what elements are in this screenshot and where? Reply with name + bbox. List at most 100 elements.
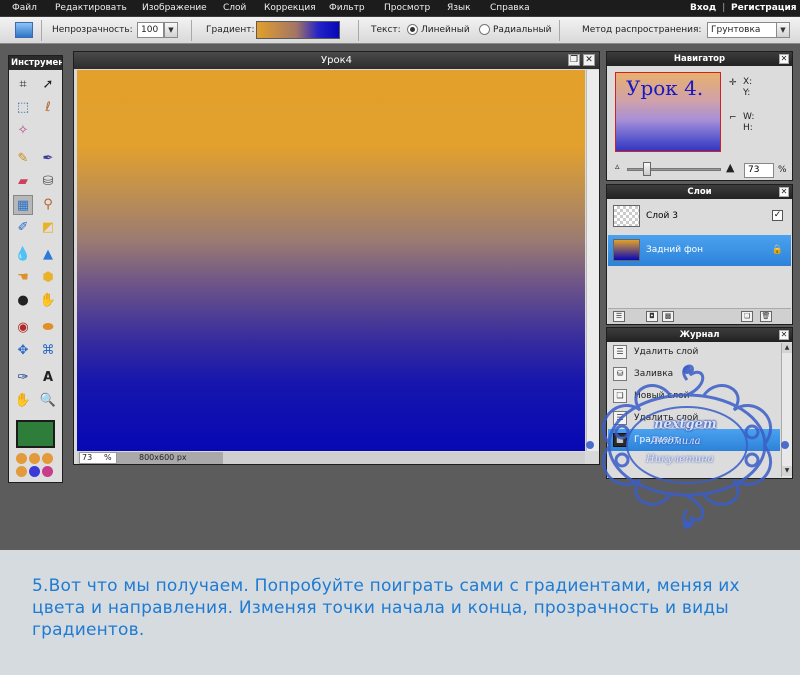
layer-name: Слой 3 [646, 211, 678, 221]
layer-settings-icon[interactable]: ☰ [613, 311, 625, 322]
eraser-icon[interactable]: ▰ [13, 172, 33, 192]
navigator-thumbnail[interactable]: Урок 4. [615, 72, 721, 152]
gradient-icon[interactable]: ▦ [13, 195, 33, 215]
swatch-orange-icon[interactable] [16, 466, 27, 477]
radio-radial[interactable] [479, 24, 490, 35]
blur-icon[interactable]: 💧 [13, 245, 33, 265]
lasso-icon[interactable]: ℓ [38, 98, 58, 118]
color-picker-icon[interactable]: ✑ [13, 368, 33, 388]
hand-icon[interactable]: ✋ [13, 391, 33, 411]
radio-radial-label: Радиальный [493, 25, 552, 35]
swatch-pink-icon[interactable] [42, 466, 53, 477]
menu-filter[interactable]: Фильтр [329, 0, 365, 17]
scroll-down-icon[interactable]: ▼ [782, 466, 792, 476]
swatch-orange-icon[interactable] [29, 453, 40, 464]
zoom-out-icon[interactable]: ▵ [615, 162, 620, 172]
tools-title: Инструменты [9, 56, 62, 70]
canvas[interactable] [77, 70, 585, 451]
bloat-icon[interactable]: ✥ [13, 341, 33, 361]
stamp-icon[interactable]: ⚲ [38, 195, 58, 215]
pencil-icon[interactable]: ✎ [13, 149, 33, 169]
menu-adjustments[interactable]: Коррекция [264, 0, 316, 17]
dodge-icon[interactable]: ● [13, 291, 33, 311]
size-icon: ⌐ [729, 113, 737, 123]
layer-mask-icon[interactable]: ◘ [646, 311, 658, 322]
menu-help[interactable]: Справка [490, 0, 530, 17]
navigator-panel: Навигатор ✕ Урок 4. ✛ X: Y: ⌐ W: H: ▵ ▲ … [606, 51, 793, 181]
register-link[interactable]: Регистрация [731, 0, 797, 17]
spot-heal-icon[interactable]: ⬬ [38, 318, 58, 338]
crop-icon[interactable]: ⌗ [13, 75, 33, 95]
scroll-up-icon[interactable]: ▲ [782, 343, 792, 353]
sponge-icon[interactable]: ⬢ [38, 268, 58, 288]
nav-x-label: X: [743, 77, 753, 87]
zoom-icon[interactable]: 🔍 [38, 391, 58, 411]
replace-color-icon[interactable]: ✐ [13, 218, 33, 238]
move-icon[interactable]: ➚ [38, 75, 58, 95]
delete-layer-icon: ☰ [613, 411, 627, 425]
pinch-icon[interactable]: ⌘ [38, 341, 58, 361]
brush-icon[interactable]: ✒ [38, 149, 58, 169]
active-tool-preview-icon [15, 22, 33, 38]
text-icon[interactable]: A [38, 368, 58, 388]
zoom-slider-thumb[interactable] [643, 162, 651, 176]
document-title: Урок4 [74, 52, 599, 69]
history-item[interactable]: ☰ Удалить слой [608, 341, 780, 363]
history-panel: Журнал ✕ ☰ Удалить слой ⛁ Заливка ❏ Новы… [606, 327, 793, 479]
swatch-blue-icon[interactable] [29, 466, 40, 477]
color-swatch[interactable] [16, 420, 55, 448]
separator [191, 20, 192, 41]
layer-row[interactable]: Слой 3 ✓ [608, 201, 791, 232]
drawing-icon[interactable]: ◩ [38, 218, 58, 238]
opacity-dropdown-icon[interactable]: ▼ [164, 22, 178, 38]
spread-select[interactable]: Грунтовка [707, 22, 777, 38]
history-item[interactable]: ❏ Новый слой [608, 385, 780, 407]
history-item[interactable]: ▦ Градиент [608, 429, 780, 451]
swatch-orange-icon[interactable] [16, 453, 27, 464]
redeye-icon[interactable]: ◉ [13, 318, 33, 338]
menu-image[interactable]: Изображение [142, 0, 207, 17]
zoom-slider-track[interactable] [627, 168, 721, 171]
history-scrollbar[interactable]: ▲ ▼ [781, 343, 792, 477]
close-icon[interactable]: ✕ [779, 187, 789, 197]
marquee-icon[interactable]: ⬚ [13, 98, 33, 118]
separator [358, 20, 359, 41]
sharpen-icon[interactable]: ▲ [38, 245, 58, 265]
radio-linear[interactable] [407, 24, 418, 35]
gradient-swatch[interactable] [256, 21, 340, 39]
layer-style-icon[interactable]: ▩ [662, 311, 674, 322]
layer-thumbnail [613, 205, 640, 227]
opacity-label: Непрозрачность: [52, 25, 133, 35]
menu-file[interactable]: Файл [12, 0, 37, 17]
spread-dropdown-icon[interactable]: ▼ [776, 22, 790, 38]
smudge-icon[interactable]: ☚ [13, 268, 33, 288]
bucket-icon[interactable]: ⛁ [38, 172, 58, 192]
document-statusbar: 73 % 800x600 px [77, 452, 585, 464]
navigator-zoom-unit: % [778, 165, 787, 175]
trash-icon[interactable]: 🗑 [760, 311, 772, 322]
menu-language[interactable]: Язык [447, 0, 471, 17]
history-item[interactable]: ☰ Удалить слой [608, 407, 780, 429]
zoom-field[interactable]: 73 % [79, 452, 117, 464]
swatch-orange-icon[interactable] [42, 453, 53, 464]
login-link[interactable]: Вход [690, 0, 716, 17]
menu-view[interactable]: Просмотр [384, 0, 430, 17]
vertical-scrollbar[interactable] [586, 70, 599, 451]
close-icon[interactable]: ✕ [779, 54, 789, 64]
layer-row[interactable]: Задний фон 🔒 [608, 235, 791, 266]
gradient-icon: ▦ [613, 433, 627, 447]
navigator-zoom-input[interactable]: 73 [744, 163, 774, 178]
wand-icon[interactable]: ✧ [13, 121, 33, 141]
history-item[interactable]: ⛁ Заливка [608, 363, 780, 385]
opacity-input[interactable]: 100 [137, 22, 164, 38]
new-layer-icon[interactable]: ❏ [741, 311, 753, 322]
maximize-icon[interactable]: ❐ [568, 54, 580, 66]
zoom-in-icon[interactable]: ▲ [726, 161, 734, 174]
menu-edit[interactable]: Редактировать [55, 0, 127, 17]
layer-visibility-checkbox[interactable]: ✓ [772, 210, 783, 221]
burn-icon[interactable]: ✋ [38, 291, 58, 311]
close-icon[interactable]: ✕ [583, 54, 595, 66]
menu-divider: | [722, 3, 726, 13]
menu-layer[interactable]: Слой [223, 0, 246, 17]
close-icon[interactable]: ✕ [779, 330, 789, 340]
